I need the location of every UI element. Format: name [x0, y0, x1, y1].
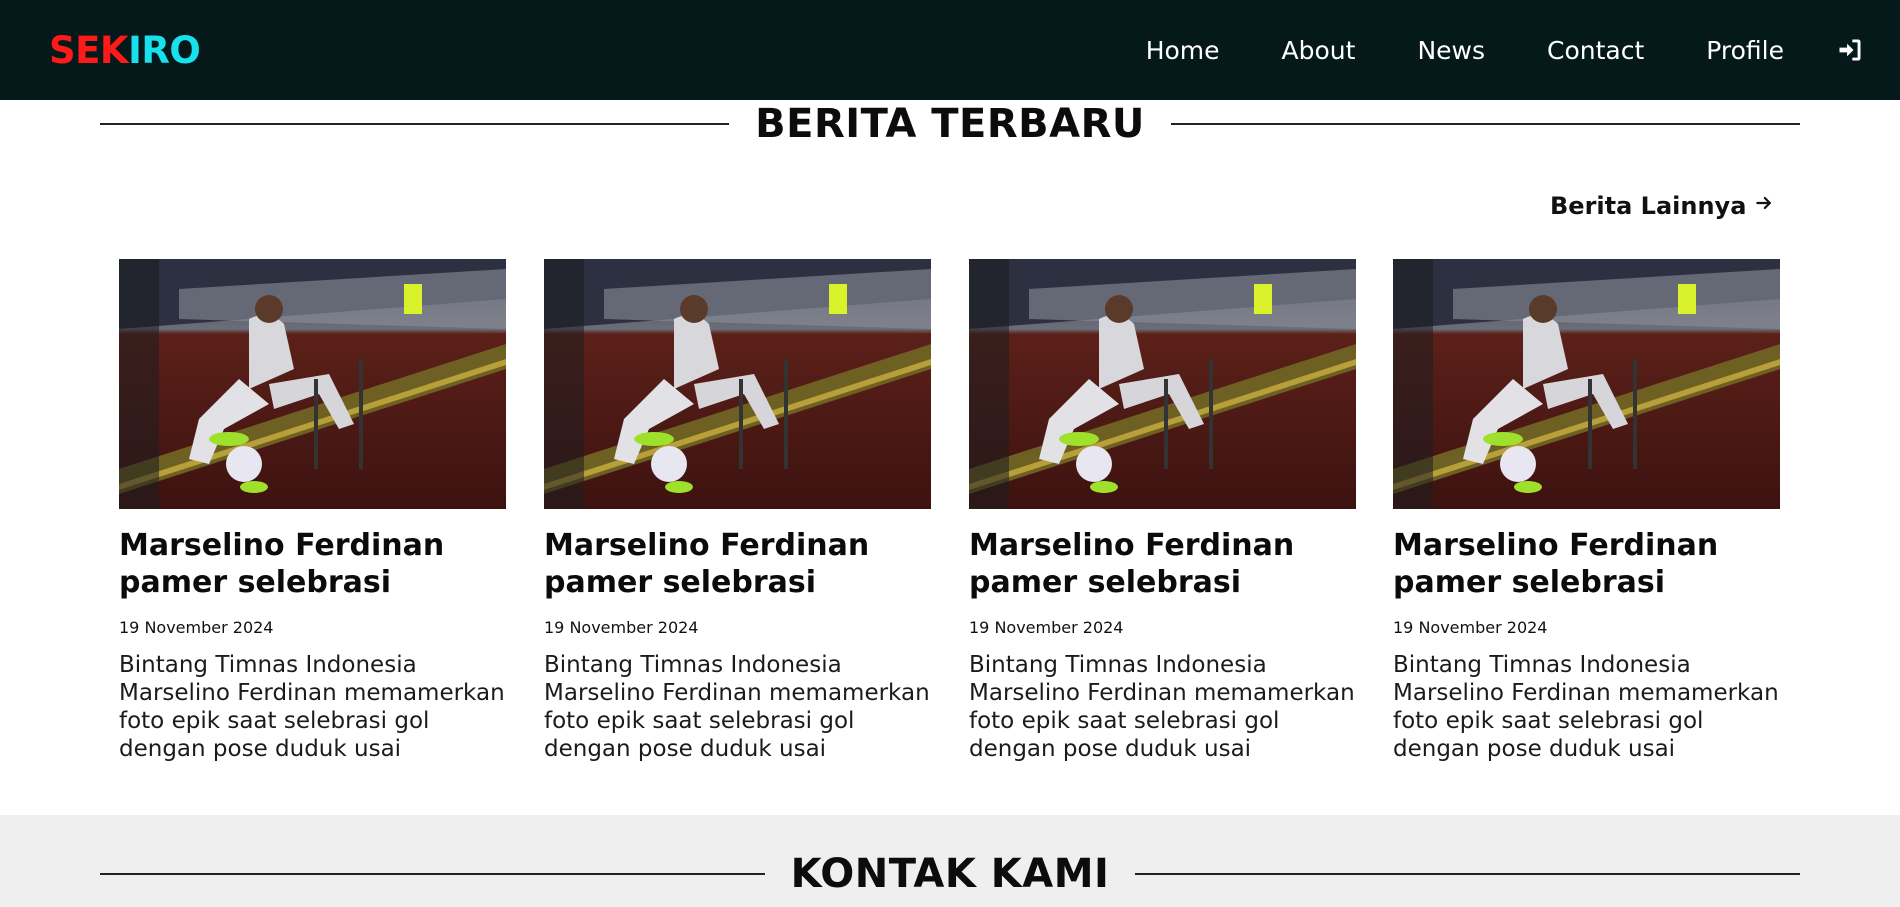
- news-section-heading: BERITA TERBARU: [100, 98, 1801, 150]
- news-card[interactable]: Marselino Ferdinan pamer selebrasi duduk…: [969, 259, 1356, 763]
- news-section-title: BERITA TERBARU: [755, 101, 1145, 147]
- contact-section-heading: KONTAK KAMI: [100, 848, 1801, 900]
- news-excerpt: Bintang Timnas Indonesia Marselino Ferdi…: [1393, 652, 1779, 762]
- nav-item-about[interactable]: About: [1282, 36, 1356, 65]
- news-thumbnail[interactable]: [969, 259, 1356, 509]
- news-excerpt: Bintang Timnas Indonesia Marselino Ferdi…: [969, 652, 1355, 762]
- arrow-right-icon: [1754, 193, 1774, 219]
- heading-divider-left: [100, 873, 765, 875]
- heading-divider-right: [1170, 123, 1801, 125]
- news-card[interactable]: Marselino Ferdinan pamer selebrasi duduk…: [1393, 259, 1780, 763]
- nav-item-contact[interactable]: Contact: [1547, 36, 1644, 65]
- news-excerpt: Bintang Timnas Indonesia Marselino Ferdi…: [544, 652, 930, 762]
- news-title[interactable]: Marselino Ferdinan pamer selebrasi duduk…: [544, 527, 931, 601]
- heading-divider-right: [1135, 873, 1801, 875]
- brand-logo-part-2: IRO: [128, 28, 201, 72]
- heading-divider-left: [100, 123, 730, 125]
- news-title[interactable]: Marselino Ferdinan pamer selebrasi duduk…: [119, 527, 506, 601]
- sign-in-icon[interactable]: [1836, 36, 1864, 64]
- more-news-label: Berita Lainnya: [1550, 192, 1747, 220]
- nav-item-profile[interactable]: Profile: [1706, 36, 1784, 65]
- navbar: SEKIRO Home About News Contact Profile: [0, 0, 1900, 100]
- news-excerpt: Bintang Timnas Indonesia Marselino Ferdi…: [119, 652, 505, 762]
- news-thumbnail[interactable]: [119, 259, 506, 509]
- news-title[interactable]: Marselino Ferdinan pamer selebrasi duduk…: [1393, 527, 1780, 601]
- brand-logo-part-1: SEK: [49, 28, 129, 72]
- brand-logo[interactable]: SEKIRO: [49, 28, 201, 72]
- news-date: 19 November 2024: [969, 618, 1124, 637]
- contact-section-title: KONTAK KAMI: [790, 851, 1110, 897]
- news-card[interactable]: Marselino Ferdinan pamer selebrasi duduk…: [119, 259, 506, 763]
- nav-item-home[interactable]: Home: [1146, 36, 1220, 65]
- news-title[interactable]: Marselino Ferdinan pamer selebrasi duduk…: [969, 527, 1356, 601]
- news-thumbnail[interactable]: [544, 259, 931, 509]
- news-card[interactable]: Marselino Ferdinan pamer selebrasi duduk…: [544, 259, 931, 763]
- nav-item-news[interactable]: News: [1417, 36, 1485, 65]
- nav-menu: Home About News Contact Profile: [1146, 36, 1864, 65]
- more-news-link[interactable]: Berita Lainnya: [1550, 192, 1774, 220]
- news-date: 19 November 2024: [544, 618, 699, 637]
- news-date: 19 November 2024: [119, 618, 274, 637]
- news-date: 19 November 2024: [1393, 618, 1548, 637]
- news-thumbnail[interactable]: [1393, 259, 1780, 509]
